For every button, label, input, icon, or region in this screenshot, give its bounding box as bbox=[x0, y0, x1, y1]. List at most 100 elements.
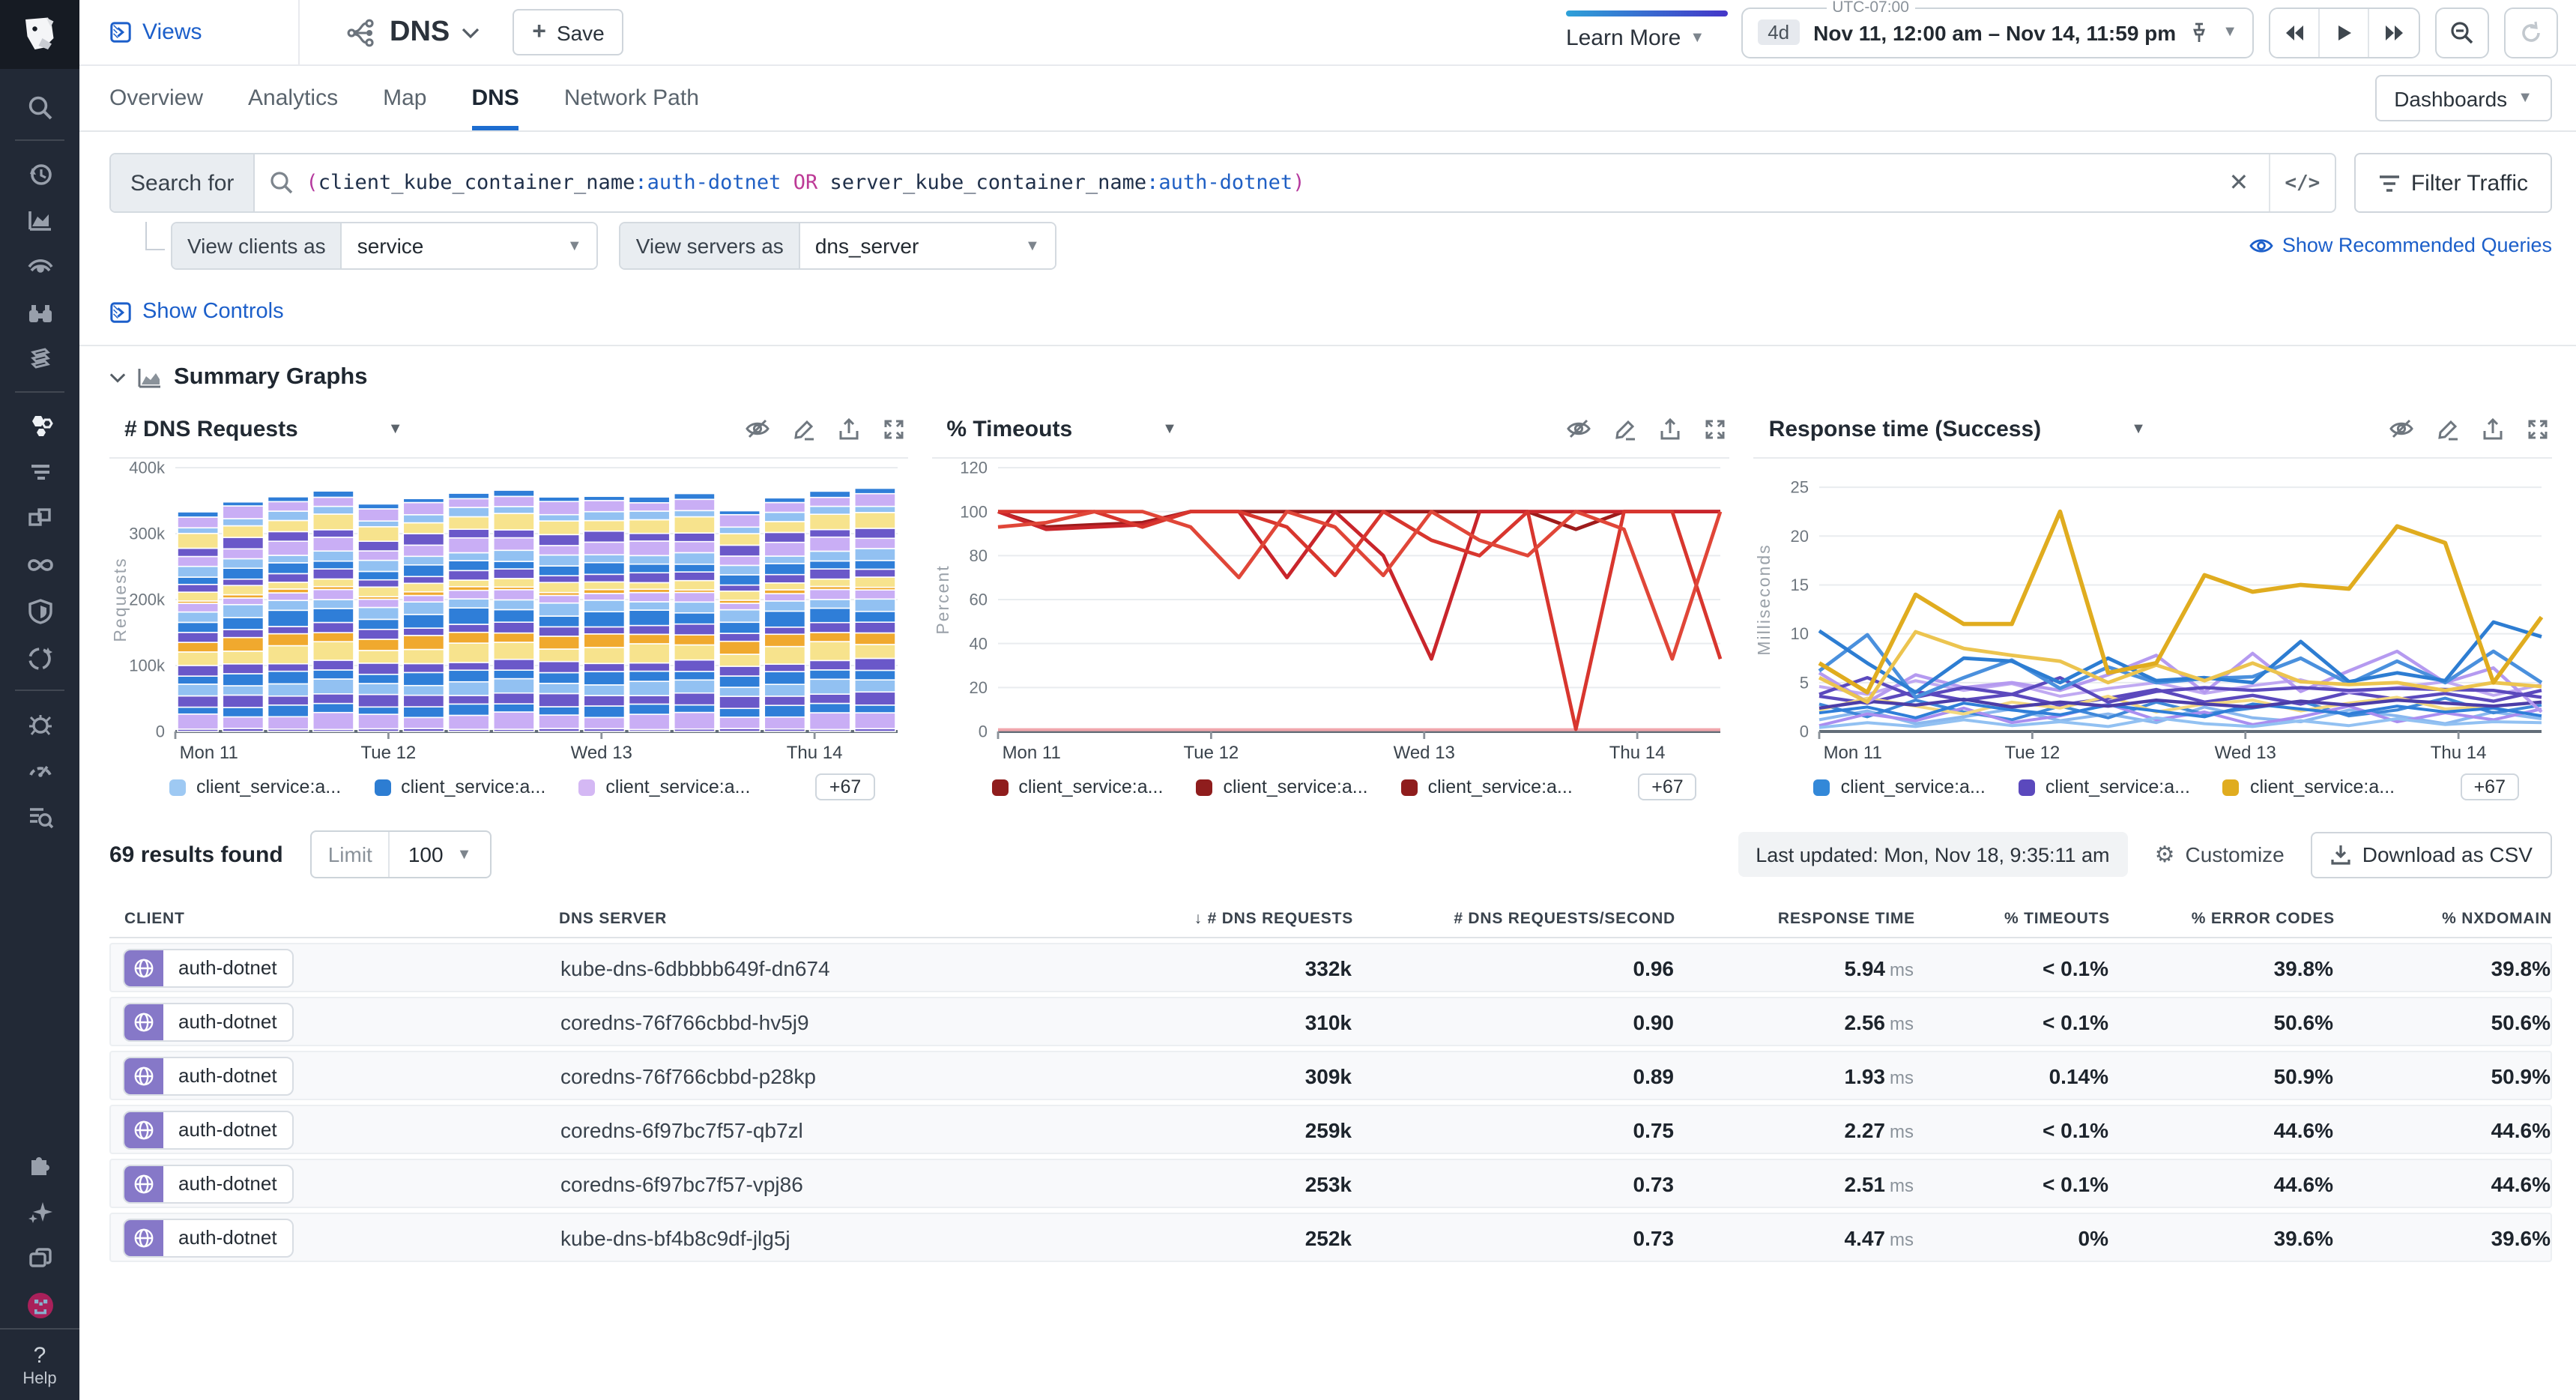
client-pill[interactable]: auth-dotnet bbox=[123, 1002, 294, 1041]
views-button[interactable]: Views bbox=[79, 0, 300, 64]
view-clients-as-select[interactable]: service ▼ bbox=[342, 223, 597, 268]
sidebar-item-ci-infinity[interactable] bbox=[0, 541, 79, 588]
filter-traffic-button[interactable]: Filter Traffic bbox=[2354, 153, 2552, 213]
sidebar-item-history[interactable] bbox=[0, 150, 79, 196]
learn-more-button[interactable]: Learn More ▼ bbox=[1566, 13, 1705, 51]
legend-item[interactable]: client_service:a... bbox=[2223, 776, 2395, 797]
sidebar-item-watchdog-eye[interactable] bbox=[0, 243, 79, 289]
sidebar-item-security-shield[interactable] bbox=[0, 588, 79, 634]
column-header-4[interactable]: Response Time bbox=[1675, 909, 1915, 927]
sidebar-item-logs-layers[interactable] bbox=[0, 336, 79, 382]
column-header-0[interactable]: Client bbox=[109, 909, 559, 927]
time-play-button[interactable] bbox=[2320, 8, 2369, 56]
clear-query-button[interactable]: ✕ bbox=[2209, 154, 2269, 211]
zoom-out-button[interactable] bbox=[2435, 7, 2489, 58]
sidebar-item-ai-sparkles[interactable] bbox=[0, 1189, 79, 1235]
datadog-logo-icon[interactable] bbox=[0, 0, 79, 69]
client-pill[interactable]: auth-dotnet bbox=[123, 948, 294, 987]
table-row[interactable]: auth-dotnetcoredns-76f766cbbd-hv5j9310k0… bbox=[109, 997, 2552, 1046]
sidebar-item-bug[interactable] bbox=[0, 700, 79, 746]
hide-series-icon[interactable] bbox=[2389, 418, 2414, 439]
save-button[interactable]: + Save bbox=[513, 9, 624, 55]
sidebar-item-user-avatar[interactable] bbox=[0, 1282, 79, 1328]
edit-chart-icon[interactable] bbox=[792, 417, 814, 440]
chart-plot-2[interactable]: 0510152025MillisecondsMon 11Tue 12Wed 13… bbox=[1754, 459, 2551, 767]
expand-chart-icon[interactable] bbox=[2527, 417, 2549, 440]
chart-plot-0[interactable]: 0100k200k300k400kRequestsMon 11Tue 12Wed… bbox=[109, 459, 907, 767]
legend-item[interactable]: client_service:a... bbox=[169, 776, 341, 797]
chart-metric-dropdown[interactable]: ▼ bbox=[2131, 420, 2146, 437]
time-back-button[interactable] bbox=[2270, 8, 2320, 56]
column-header-7[interactable]: % NXDOMAIN bbox=[2335, 909, 2552, 927]
tab-network-path[interactable]: Network Path bbox=[564, 66, 699, 130]
chart-plot-1[interactable]: 020406080100120PercentMon 11Tue 12Wed 13… bbox=[931, 459, 1729, 767]
client-pill[interactable]: auth-dotnet bbox=[123, 1164, 294, 1203]
table-row[interactable]: auth-dotnetcoredns-76f766cbbd-p28kp309k0… bbox=[109, 1051, 2552, 1100]
client-pill[interactable]: auth-dotnet bbox=[123, 1110, 294, 1149]
sidebar-item-service-clock[interactable] bbox=[0, 634, 79, 681]
chart-metric-dropdown[interactable]: ▼ bbox=[388, 420, 403, 437]
search-input[interactable]: (client_kube_container_name:auth-dotnet … bbox=[255, 171, 2208, 195]
sidebar-item-apm-binoculars[interactable] bbox=[0, 289, 79, 336]
column-header-3[interactable]: # DNS Requests/second bbox=[1353, 909, 1675, 927]
time-range-picker[interactable]: UTC-07:00 4d Nov 11, 12:00 am – Nov 14, … bbox=[1741, 7, 2254, 58]
tab-analytics[interactable]: Analytics bbox=[248, 66, 338, 130]
expand-chart-icon[interactable] bbox=[1705, 417, 1727, 440]
legend-item[interactable]: client_service:a... bbox=[1814, 776, 1986, 797]
export-chart-icon[interactable] bbox=[1660, 417, 1682, 440]
hide-series-icon[interactable] bbox=[744, 418, 770, 439]
limit-select[interactable]: Limit 100▼ bbox=[310, 830, 492, 878]
expand-chart-icon[interactable] bbox=[882, 417, 904, 440]
time-forward-button[interactable] bbox=[2369, 8, 2419, 56]
export-chart-icon[interactable] bbox=[2482, 417, 2504, 440]
edit-chart-icon[interactable] bbox=[2437, 417, 2459, 440]
customize-button[interactable]: ⚙ Customize bbox=[2155, 841, 2285, 868]
legend-more-badge[interactable]: +67 bbox=[816, 773, 874, 800]
download-csv-button[interactable]: Download as CSV bbox=[2312, 831, 2552, 878]
table-row[interactable]: auth-dotnetkube-dns-6dbbbb649f-dn674332k… bbox=[109, 943, 2552, 992]
sidebar-item-network-hexagons[interactable] bbox=[0, 402, 79, 448]
sidebar-item-workflows[interactable] bbox=[0, 495, 79, 541]
tab-dns[interactable]: DNS bbox=[471, 66, 518, 130]
legend-item[interactable]: client_service:a... bbox=[991, 776, 1163, 797]
export-chart-icon[interactable] bbox=[837, 417, 859, 440]
column-header-5[interactable]: % Timeouts bbox=[1915, 909, 2110, 927]
dashboards-button[interactable]: Dashboards ▼ bbox=[2374, 75, 2552, 121]
view-servers-as-select[interactable]: dns_server ▼ bbox=[800, 223, 1055, 268]
legend-item[interactable]: client_service:a... bbox=[578, 776, 750, 797]
sidebar-item-pipelines[interactable] bbox=[0, 448, 79, 495]
legend-item[interactable]: client_service:a... bbox=[374, 776, 545, 797]
client-pill[interactable]: auth-dotnet bbox=[123, 1056, 294, 1095]
pin-icon[interactable] bbox=[2189, 22, 2209, 43]
page-title[interactable]: DNS bbox=[345, 16, 480, 49]
sidebar-item-multi-window[interactable] bbox=[0, 1235, 79, 1282]
sidebar-item-metrics[interactable] bbox=[0, 196, 79, 243]
table-row[interactable]: auth-dotnetcoredns-6f97bc7f57-qb7zl259k0… bbox=[109, 1105, 2552, 1154]
refresh-button[interactable] bbox=[2504, 7, 2558, 58]
tab-overview[interactable]: Overview bbox=[109, 66, 203, 130]
edit-chart-icon[interactable] bbox=[1615, 417, 1637, 440]
sidebar-item-gauge[interactable] bbox=[0, 746, 79, 793]
legend-more-badge[interactable]: +67 bbox=[2461, 773, 2519, 800]
table-row[interactable]: auth-dotnetkube-dns-bf4b8c9df-jlg5j252k0… bbox=[109, 1213, 2552, 1262]
sidebar-item-help[interactable]: ? Help bbox=[0, 1328, 79, 1400]
hide-series-icon[interactable] bbox=[1567, 418, 1592, 439]
show-controls-link[interactable]: Show Controls bbox=[109, 300, 2552, 324]
sidebar-item-log-search[interactable] bbox=[0, 793, 79, 839]
legend-more-badge[interactable]: +67 bbox=[1638, 773, 1696, 800]
column-header-1[interactable]: DNS Server bbox=[559, 909, 1068, 927]
column-header-2[interactable]: ↓ # DNS Requests bbox=[1068, 909, 1353, 927]
table-row[interactable]: auth-dotnetcoredns-6f97bc7f57-vpj86253k0… bbox=[109, 1159, 2552, 1208]
tab-map[interactable]: Map bbox=[383, 66, 426, 130]
legend-item[interactable]: client_service:a... bbox=[2019, 776, 2190, 797]
column-header-6[interactable]: % Error Codes bbox=[2110, 909, 2335, 927]
summary-graphs-header[interactable]: Summary Graphs bbox=[109, 364, 2552, 391]
legend-item[interactable]: client_service:a... bbox=[1196, 776, 1367, 797]
client-pill[interactable]: auth-dotnet bbox=[123, 1218, 294, 1257]
sidebar-item-search[interactable] bbox=[0, 84, 79, 130]
legend-item[interactable]: client_service:a... bbox=[1401, 776, 1573, 797]
chart-metric-dropdown[interactable]: ▼ bbox=[1162, 420, 1177, 437]
code-view-button[interactable]: </> bbox=[2269, 154, 2335, 211]
sidebar-item-integrations-puzzle[interactable] bbox=[0, 1142, 79, 1189]
show-recommended-queries-link[interactable]: Show Recommended Queries bbox=[2249, 234, 2552, 256]
